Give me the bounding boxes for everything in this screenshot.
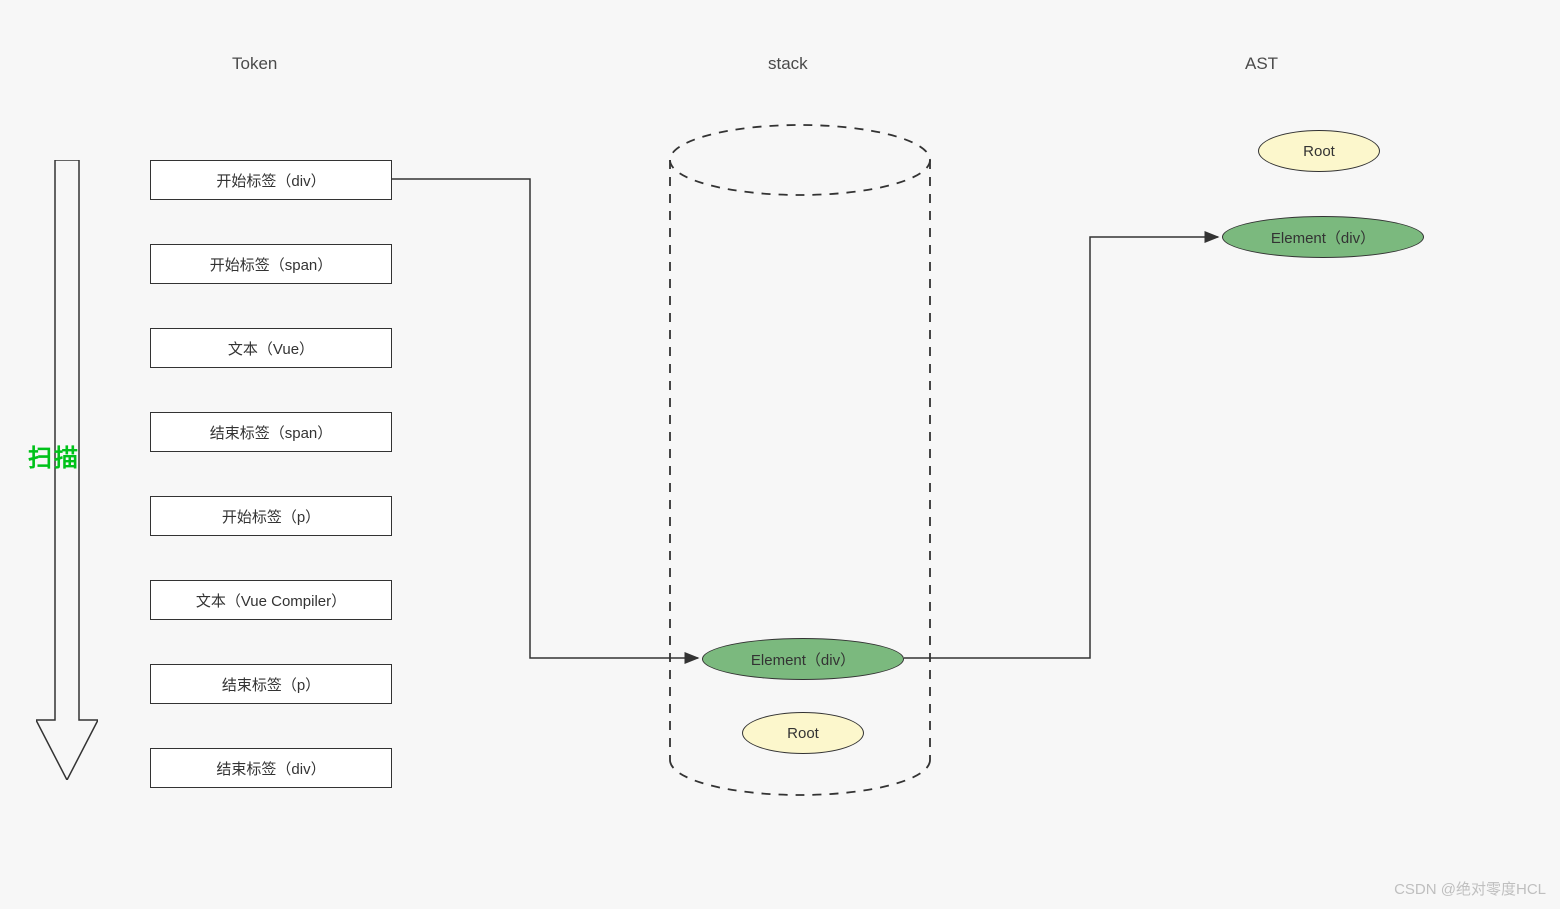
token-item: 结束标签（span） bbox=[150, 412, 392, 452]
heading-token: Token bbox=[232, 54, 277, 74]
stack-node-root: Root bbox=[742, 712, 864, 754]
scan-label: 扫描 bbox=[28, 438, 80, 473]
token-item: 结束标签（div） bbox=[150, 748, 392, 788]
token-item: 开始标签（span） bbox=[150, 244, 392, 284]
token-item: 开始标签（div） bbox=[150, 160, 392, 200]
token-item: 开始标签（p） bbox=[150, 496, 392, 536]
token-item: 文本（Vue） bbox=[150, 328, 392, 368]
stack-cylinder bbox=[660, 120, 940, 800]
heading-ast: AST bbox=[1245, 54, 1278, 74]
watermark: CSDN @绝对零度HCL bbox=[1394, 878, 1546, 899]
token-item: 结束标签（p） bbox=[150, 664, 392, 704]
ast-node-root: Root bbox=[1258, 130, 1380, 172]
stack-node-element-div: Element（div） bbox=[702, 638, 904, 680]
token-item: 文本（Vue Compiler） bbox=[150, 580, 392, 620]
heading-stack: stack bbox=[768, 54, 808, 74]
ast-node-element-div: Element（div） bbox=[1222, 216, 1424, 258]
